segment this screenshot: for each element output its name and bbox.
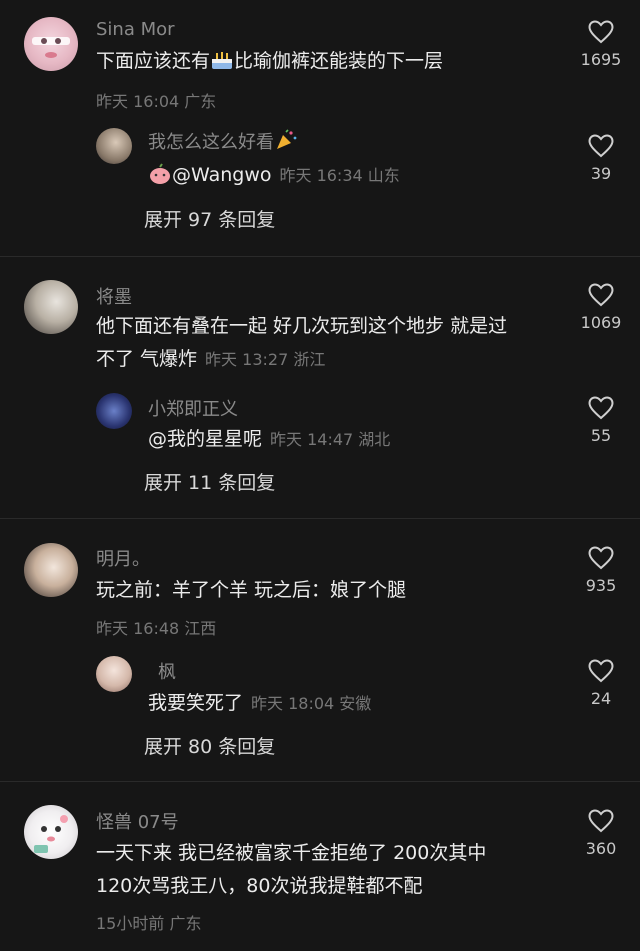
like-button[interactable]: 360 bbox=[571, 809, 631, 858]
avatar[interactable] bbox=[24, 805, 78, 859]
heart-outline-icon bbox=[588, 809, 614, 833]
comment-text: 120次骂我王八，80次说我提鞋都不配 bbox=[96, 875, 423, 897]
comment-author[interactable]: 怪兽 07号 bbox=[96, 808, 179, 834]
comment-thread: 怪兽 07号 一天下来 我已经被富家千金拒绝了 200次其中 120次骂我王八，… bbox=[0, 0, 640, 951]
like-count: 360 bbox=[585, 839, 617, 858]
comment-text: 一天下来 我已经被富家千金拒绝了 200次其中 bbox=[96, 842, 487, 864]
comment-meta: 15小时前 广东 bbox=[96, 914, 202, 933]
